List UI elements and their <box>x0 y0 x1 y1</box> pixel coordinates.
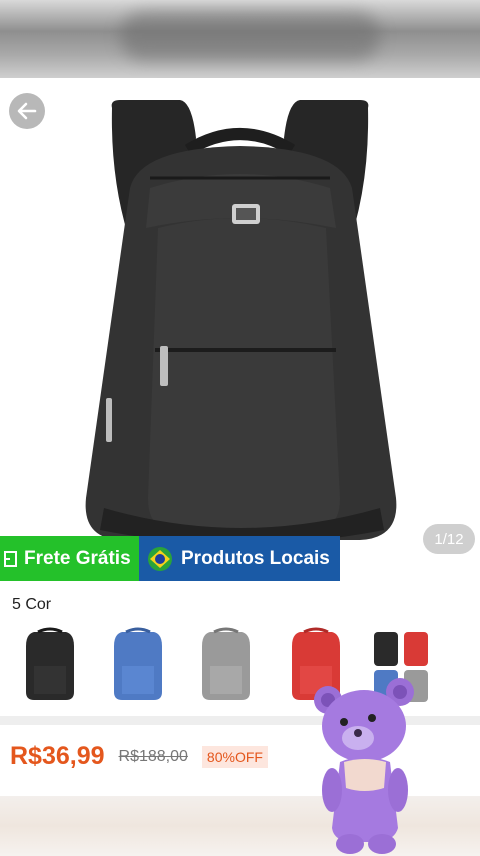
original-price: R$188,00 <box>118 747 188 765</box>
arrow-left-icon <box>17 102 37 120</box>
color-count-label: 5 Cor <box>12 596 52 613</box>
variant-thumb-gray[interactable] <box>196 626 256 704</box>
brazil-flag-icon <box>148 546 172 571</box>
teddy-bear-mascot[interactable] <box>310 678 422 856</box>
blurred-top-overlay <box>0 0 480 78</box>
local-products-label: Produtos Locais <box>181 547 330 569</box>
back-button[interactable] <box>9 93 45 129</box>
variant-thumb-blue[interactable] <box>108 626 168 704</box>
variant-thumb-black[interactable] <box>20 626 80 704</box>
backpack-thumb-icon <box>26 627 74 700</box>
backpack-image <box>85 100 397 544</box>
free-shipping-badge: Frete Grátis <box>0 536 139 581</box>
free-shipping-label: Frete Grátis <box>24 547 131 569</box>
price-row: R$36,99 R$188,00 80%OFF <box>10 742 268 771</box>
local-products-badge: Produtos Locais <box>139 536 340 581</box>
backpack-thumb-icon <box>114 627 162 700</box>
shipping-icon <box>4 550 17 567</box>
discount-badge: 80%OFF <box>201 745 268 768</box>
backpack-thumb-icon <box>202 627 250 700</box>
image-counter: 1/12 <box>423 524 475 554</box>
product-image[interactable] <box>0 78 480 580</box>
current-price: R$36,99 <box>10 742 105 770</box>
badge-row: Frete Grátis Produtos Locais <box>0 536 340 581</box>
